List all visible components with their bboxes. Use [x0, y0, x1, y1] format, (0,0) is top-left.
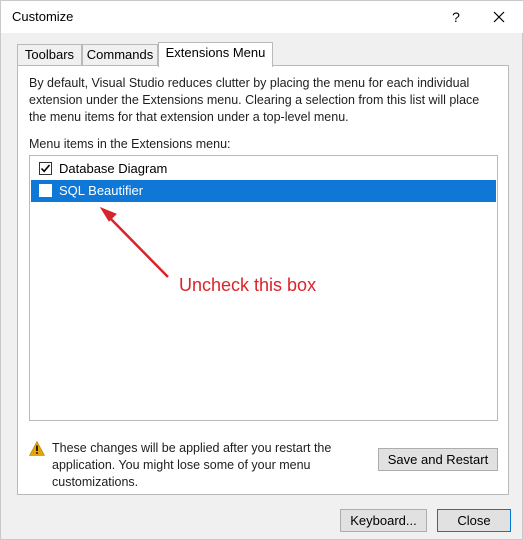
- menu-items-label: Menu items in the Extensions menu:: [29, 137, 231, 151]
- tab-extensions-menu[interactable]: Extensions Menu: [158, 42, 273, 67]
- tab-toolbars[interactable]: Toolbars: [17, 44, 82, 66]
- list-item[interactable]: SQL Beautifier: [31, 180, 496, 202]
- list-item[interactable]: Database Diagram: [31, 158, 496, 180]
- database-diagram-checkbox[interactable]: [39, 162, 52, 175]
- panel-description: By default, Visual Studio reduces clutte…: [29, 76, 480, 124]
- list-item-label: SQL Beautifier: [59, 183, 144, 198]
- annotation-label: Uncheck this box: [179, 275, 317, 295]
- customize-dialog: Customize ? Toolbars Commands Extensions…: [0, 0, 523, 540]
- help-button[interactable]: ?: [441, 4, 471, 30]
- close-icon: [493, 11, 505, 23]
- sql-beautifier-checkbox[interactable]: [39, 184, 52, 197]
- title-bar: Customize ?: [1, 1, 523, 33]
- close-button[interactable]: Close: [437, 509, 511, 532]
- keyboard-button[interactable]: Keyboard...: [340, 509, 427, 532]
- close-window-button[interactable]: [484, 4, 514, 30]
- warning-icon: [29, 441, 45, 456]
- window-title: Customize: [12, 9, 74, 24]
- save-and-restart-button[interactable]: Save and Restart: [378, 448, 498, 471]
- tab-commands[interactable]: Commands: [82, 44, 158, 66]
- list-item-label: Database Diagram: [59, 161, 168, 176]
- restart-warning-text: These changes will be applied after you …: [52, 441, 332, 489]
- checkmark-icon: [40, 164, 51, 173]
